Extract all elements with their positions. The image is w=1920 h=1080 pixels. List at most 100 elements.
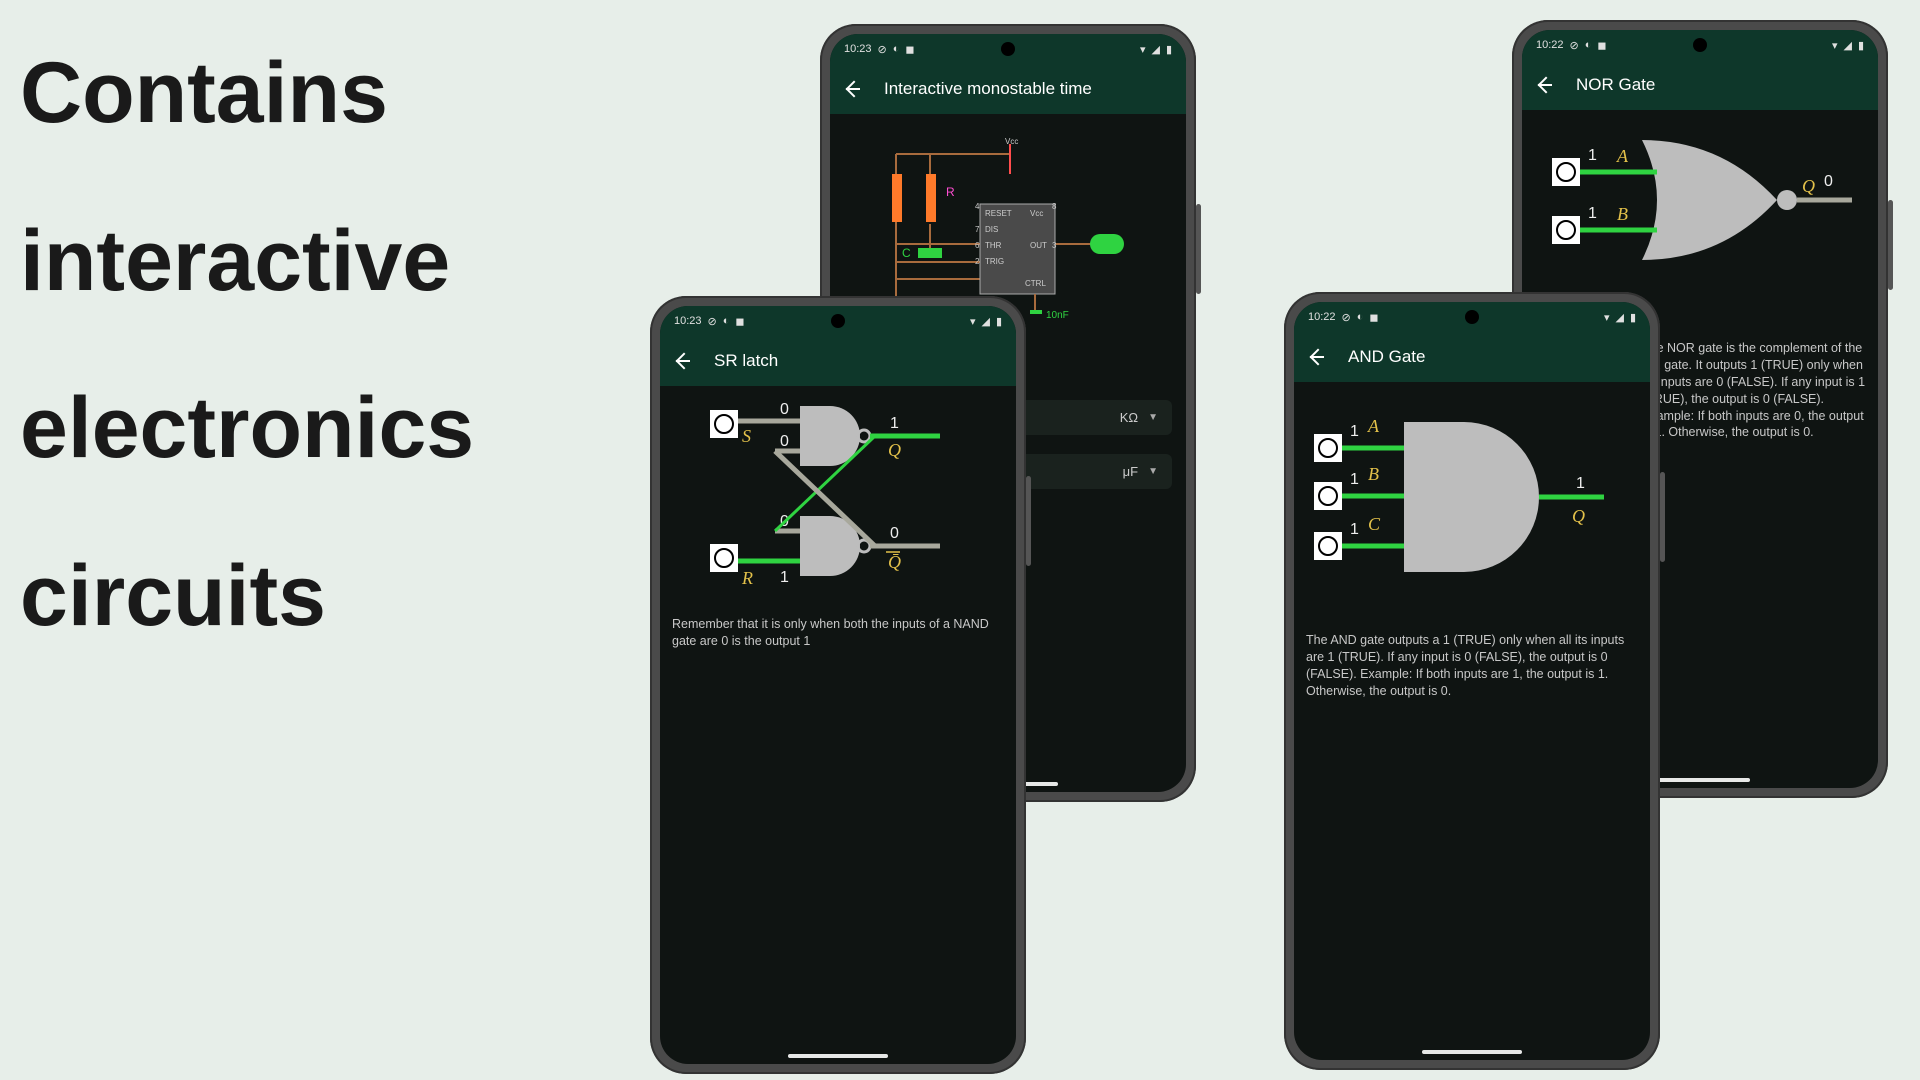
svg-text:0: 0 <box>780 433 789 450</box>
svg-text:1: 1 <box>1350 423 1359 440</box>
battery-icon: ▮ <box>1630 311 1636 324</box>
wifi-icon: ▾ <box>1140 43 1146 56</box>
app-bar: NOR Gate <box>1522 60 1878 110</box>
svg-text:Vcc: Vcc <box>1030 209 1043 218</box>
nor-gate-icon <box>1642 140 1777 260</box>
svg-text:A: A <box>1616 146 1629 166</box>
svg-text:1: 1 <box>1588 205 1597 222</box>
svg-text:Q̄: Q̄ <box>888 552 901 572</box>
svg-text:TRIG: TRIG <box>985 257 1004 266</box>
dnd-icon: ⊘ <box>708 315 717 328</box>
svg-text:R: R <box>741 568 753 588</box>
wifi-icon: ▾ <box>1604 311 1610 324</box>
status-dot-icon: ◐ <box>723 315 730 327</box>
circuit-canvas[interactable]: S 0 0 R 1 0 1 Q <box>660 386 1016 606</box>
status-time: 10:23 <box>844 43 872 55</box>
svg-text:A: A <box>1367 416 1380 436</box>
marketing-headline: Contains interactive electronics circuit… <box>20 10 660 681</box>
home-indicator[interactable] <box>1650 778 1750 782</box>
svg-text:6: 6 <box>975 241 980 250</box>
resistor-icon <box>926 174 936 222</box>
svg-text:B: B <box>1617 204 1628 224</box>
page-title: Interactive monostable time <box>884 79 1092 99</box>
dnd-icon: ⊘ <box>878 43 887 56</box>
description-text: Remember that it is only when both the i… <box>660 606 1016 660</box>
svg-text:0: 0 <box>890 525 899 542</box>
page-title: NOR Gate <box>1576 75 1655 95</box>
svg-text:B: B <box>1368 464 1379 484</box>
svg-text:1: 1 <box>1576 475 1585 492</box>
page-title: SR latch <box>714 351 778 371</box>
capacitor-icon <box>918 248 942 258</box>
label-R: R <box>946 185 955 199</box>
svg-text:C: C <box>1368 514 1381 534</box>
and-gate-icon <box>1404 422 1539 572</box>
svg-text:1: 1 <box>1588 147 1597 164</box>
battery-icon: ▮ <box>996 315 1002 328</box>
home-indicator[interactable] <box>1422 1050 1522 1054</box>
svg-text:DIS: DIS <box>985 225 998 234</box>
status-square-icon: ◼ <box>1369 311 1378 324</box>
svg-text:S: S <box>742 426 751 446</box>
resistor-icon <box>892 174 902 222</box>
app-bar: AND Gate <box>1294 332 1650 382</box>
status-time: 10:22 <box>1536 39 1564 51</box>
phone-sr-latch: 10:23 ⊘ ◐ ◼ ▾ ◢ ▮ SR latch <box>650 296 1026 1074</box>
signal-icon: ◢ <box>1843 39 1851 52</box>
signal-icon: ◢ <box>1615 311 1623 324</box>
page-title: AND Gate <box>1348 347 1425 367</box>
phone-notch <box>1001 42 1015 56</box>
dnd-icon: ⊘ <box>1570 39 1579 52</box>
svg-text:1: 1 <box>890 415 899 432</box>
svg-text:1: 1 <box>1350 471 1359 488</box>
svg-text:Q: Q <box>888 440 901 460</box>
svg-text:3: 3 <box>1052 241 1057 250</box>
battery-icon: ▮ <box>1858 39 1864 52</box>
label-C: C <box>902 246 911 260</box>
status-dot-icon: ◐ <box>1357 311 1364 323</box>
wifi-icon: ▾ <box>970 315 976 328</box>
label-vcc: Vcc <box>1005 137 1018 146</box>
app-bar: SR latch <box>660 336 1016 386</box>
circuit-canvas[interactable]: 1 A 1 B 1 C 1 Q <box>1294 382 1650 622</box>
svg-text:10nF: 10nF <box>1046 310 1069 321</box>
svg-text:7: 7 <box>975 225 980 234</box>
description-text: The AND gate outputs a 1 (TRUE) only whe… <box>1294 622 1650 710</box>
svg-text:THR: THR <box>985 241 1002 250</box>
back-button[interactable] <box>1536 75 1556 95</box>
phone-notch <box>831 314 845 328</box>
signal-icon: ◢ <box>981 315 989 328</box>
battery-icon: ▮ <box>1166 43 1172 56</box>
phone-notch <box>1465 310 1479 324</box>
status-time: 10:22 <box>1308 311 1336 323</box>
back-button[interactable] <box>1308 347 1328 367</box>
phone-notch <box>1693 38 1707 52</box>
svg-text:4: 4 <box>975 202 980 211</box>
svg-text:Q: Q <box>1572 506 1585 526</box>
home-indicator[interactable] <box>788 1054 888 1058</box>
signal-icon: ◢ <box>1151 43 1159 56</box>
svg-text:Q: Q <box>1802 176 1815 196</box>
status-time: 10:23 <box>674 315 702 327</box>
svg-text:RESET: RESET <box>985 209 1012 218</box>
svg-text:2: 2 <box>975 257 980 266</box>
svg-text:1: 1 <box>780 569 789 586</box>
chevron-down-icon: ▼ <box>1148 412 1158 423</box>
phone-and-gate: 10:22 ⊘ ◐ ◼ ▾ ◢ ▮ AND Gate 1 <box>1284 292 1660 1070</box>
svg-text:1: 1 <box>1350 521 1359 538</box>
dnd-icon: ⊘ <box>1342 311 1351 324</box>
chevron-down-icon: ▼ <box>1148 466 1158 477</box>
svg-text:CTRL: CTRL <box>1025 279 1046 288</box>
led-icon <box>1090 234 1124 254</box>
status-square-icon: ◼ <box>905 43 914 56</box>
svg-text:OUT: OUT <box>1030 241 1047 250</box>
status-square-icon: ◼ <box>735 315 744 328</box>
status-dot-icon: ◐ <box>1585 39 1592 51</box>
back-button[interactable] <box>844 79 864 99</box>
status-square-icon: ◼ <box>1597 39 1606 52</box>
wifi-icon: ▾ <box>1832 39 1838 52</box>
app-bar: Interactive monostable time <box>830 64 1186 114</box>
back-button[interactable] <box>674 351 694 371</box>
status-dot-icon: ◐ <box>893 43 900 55</box>
svg-text:0: 0 <box>1824 173 1833 190</box>
